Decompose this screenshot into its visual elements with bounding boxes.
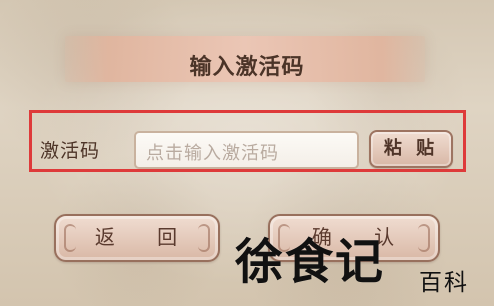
watermark-main-text: 徐食记 xyxy=(235,234,386,290)
activation-code-input[interactable]: 点击输入激活码 xyxy=(134,131,359,169)
watermark-sub-text: 百科 xyxy=(419,270,469,296)
back-button[interactable]: 返 回 xyxy=(54,214,220,262)
paste-button[interactable]: 粘 贴 xyxy=(369,130,453,168)
dialog-title: 输入激活码 xyxy=(189,55,305,80)
activation-code-label: 激活码 xyxy=(40,140,101,162)
activation-dialog-screen: 输入激活码 激活码 点击输入激活码 粘 贴 返 回 确 认 徐食记 百科 xyxy=(0,0,494,306)
